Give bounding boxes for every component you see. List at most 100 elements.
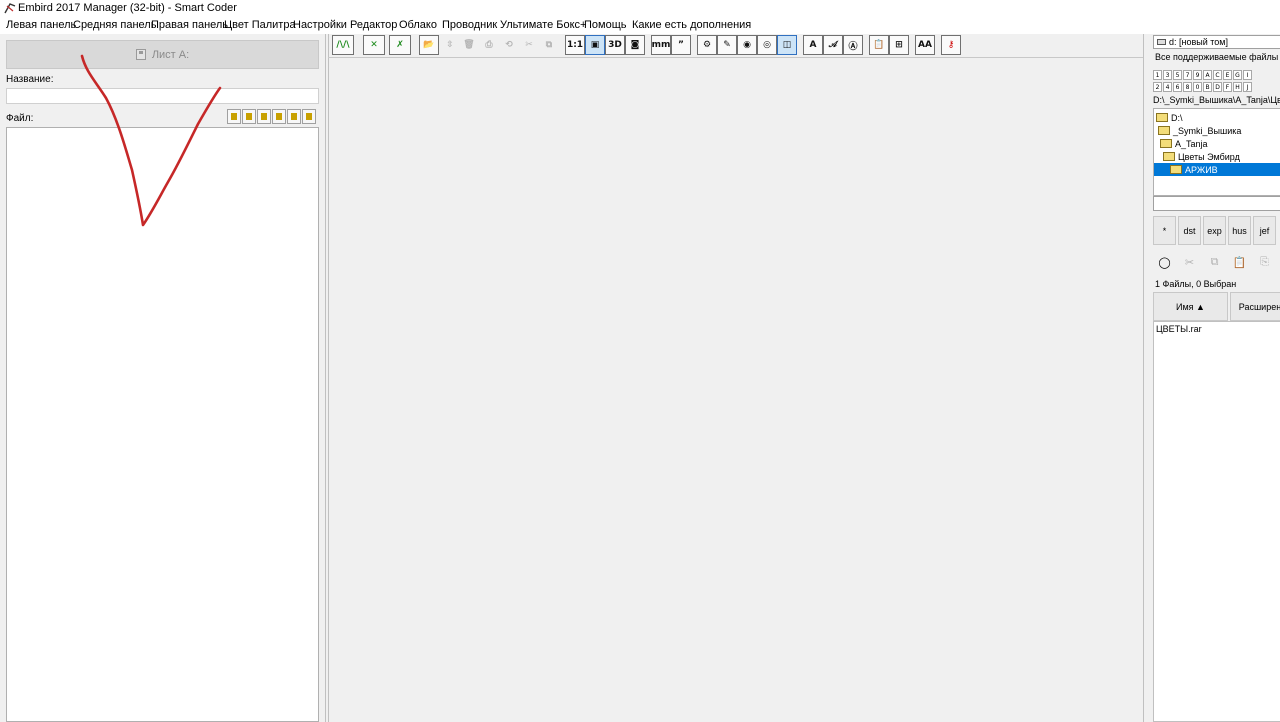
key-icon[interactable]: ⚷ [941, 35, 961, 55]
view-large-grid-icon[interactable] [302, 109, 316, 124]
letter-filter-button[interactable]: A [1203, 70, 1212, 80]
menu-ultimate-box[interactable]: Ультимате Бокс+ [500, 19, 586, 31]
tree-node-archive[interactable]: АРЖИВ [1154, 163, 1280, 176]
menu-help[interactable]: Помощь [584, 19, 627, 31]
menu-addons[interactable]: Какие есть дополнения [632, 19, 751, 31]
letter-filter-button[interactable]: G [1233, 70, 1242, 80]
design-canvas[interactable] [330, 60, 1142, 722]
letter-filter-button[interactable]: F [1223, 82, 1232, 92]
view-single-icon[interactable] [227, 109, 241, 124]
view-list-icon[interactable] [257, 109, 271, 124]
menu-right-panel[interactable]: Правая панель [151, 19, 228, 31]
letter-filter-button[interactable]: 6 [1173, 82, 1182, 92]
name-label: Название: [6, 74, 54, 85]
monitor-view-icon[interactable]: ▣ [585, 35, 605, 55]
right-panel: d: [новый том] Все поддерживаемые файлы … [1150, 34, 1280, 722]
letter-filter-button[interactable]: D [1213, 82, 1222, 92]
menu-settings[interactable]: Настройки [293, 19, 347, 31]
view-small-grid-icon[interactable] [272, 109, 286, 124]
letter-filter-button[interactable]: 2 [1153, 82, 1162, 92]
letter-filter-button[interactable]: 7 [1183, 70, 1192, 80]
ext-jef-button[interactable]: jef [1253, 216, 1276, 245]
delete-stitch-icon[interactable]: ✗ [389, 35, 411, 55]
move-icon[interactable]: ⇳ [440, 35, 460, 55]
clipboard-icon[interactable]: 📋 [869, 35, 889, 55]
eye-icon[interactable]: ◉ [737, 35, 757, 55]
file-row[interactable]: ЦВЕТЫ.rar [1156, 324, 1202, 334]
letter-filter-button[interactable]: I [1243, 70, 1252, 80]
font-aa-button[interactable]: AA [915, 35, 935, 55]
folder-tree[interactable]: D:\ _Symki_Вышика A_Tanja Цветы Эмбирд А… [1153, 108, 1280, 196]
column-name-header[interactable]: Имя ▲ [1153, 292, 1228, 321]
ext-exp-button[interactable]: exp [1203, 216, 1226, 245]
file-action-row: ◯ ✂ ⧉ 📋 ⎘ [1153, 249, 1276, 275]
name-input[interactable] [6, 88, 319, 104]
cut-icon[interactable]: ✂ [519, 35, 539, 55]
left-divider[interactable] [325, 34, 326, 722]
folder-open-icon [1170, 165, 1182, 174]
letter-filter-button[interactable]: C [1213, 70, 1222, 80]
tree-structure-icon[interactable]: ⊞ [889, 35, 909, 55]
font-a-button[interactable]: A [803, 35, 823, 55]
letter-filter-button[interactable]: J [1243, 82, 1252, 92]
ext-hus-button[interactable]: hus [1228, 216, 1251, 245]
menu-middle-panel[interactable]: Средняя панель [73, 19, 156, 31]
paste-icon[interactable]: 📋 [1228, 249, 1251, 275]
letter-filter-button[interactable]: 9 [1193, 70, 1202, 80]
folder-open-icon [1163, 152, 1175, 161]
letter-filter-button[interactable]: 4 [1163, 82, 1172, 92]
sheet-a-button[interactable]: Лист А: [6, 40, 319, 69]
file-list-area[interactable] [6, 127, 319, 722]
letter-filter-button[interactable]: 3 [1163, 70, 1172, 80]
stitch-icon[interactable]: /\/\ [332, 35, 354, 55]
machine-icon[interactable]: ⚙ [697, 35, 717, 55]
eye-settings-icon[interactable]: ◎ [757, 35, 777, 55]
view-medium-grid-icon[interactable] [287, 109, 301, 124]
print-icon[interactable]: ⎙ [479, 35, 499, 55]
view-detail-icon[interactable] [242, 109, 256, 124]
tree-node-drive[interactable]: D:\ [1156, 111, 1223, 124]
menu-left-panel[interactable]: Левая панель [6, 19, 76, 31]
font-outline-icon[interactable]: Ⓐ [843, 35, 863, 55]
font-script-icon[interactable]: 𝒜 [823, 35, 843, 55]
cut-icon[interactable]: ✂ [1178, 249, 1201, 275]
realistic-view-icon[interactable]: ◙ [625, 35, 645, 55]
letter-filter-button[interactable]: 1 [1153, 70, 1162, 80]
cursor-stitch-icon[interactable]: ✕ [363, 35, 385, 55]
letter-filter-button[interactable]: 0 [1193, 82, 1202, 92]
tree-node-atanja[interactable]: A_Tanja [1160, 137, 1248, 150]
letter-filter-button[interactable]: H [1233, 82, 1242, 92]
quotes-icon[interactable]: ” [671, 35, 691, 55]
letter-filter-button[interactable]: 5 [1173, 70, 1182, 80]
file-search-input[interactable] [1153, 196, 1280, 211]
menu-color-palette[interactable]: Цвет Палитра [224, 19, 296, 31]
paste-special-icon[interactable]: ⎘ [1253, 249, 1276, 275]
tree-node-flowers[interactable]: Цветы Эмбирд [1163, 150, 1280, 163]
menu-explorer[interactable]: Проводник [442, 19, 497, 31]
rotate-icon[interactable]: ⟲ [499, 35, 519, 55]
column-extension-header[interactable]: Расширение [1230, 292, 1280, 321]
current-path: D:\_Symki_Вышика\A_Tanja\Цветы [1153, 95, 1280, 105]
ext-dst-button[interactable]: dst [1178, 216, 1201, 245]
select-lasso-icon[interactable]: ◯ [1153, 249, 1176, 275]
open-folder-icon[interactable]: 📂 [419, 35, 439, 55]
copy-icon[interactable]: ⧉ [1203, 249, 1226, 275]
view-3d-button[interactable]: 3D [605, 35, 625, 55]
file-list[interactable]: ЦВЕТЫ.rar [1153, 321, 1280, 722]
copy-icon[interactable]: ⧉ [539, 35, 559, 55]
menu-cloud[interactable]: Облако [399, 19, 437, 31]
letter-filter-button[interactable]: B [1203, 82, 1212, 92]
needle-icon[interactable]: ✎ [717, 35, 737, 55]
tree-node-symki[interactable]: _Symki_Вышика [1158, 124, 1280, 137]
trash-icon[interactable]: 🗑 [459, 35, 479, 55]
zoom-1-1-button[interactable]: 1:1 [565, 35, 585, 55]
file-type-filter[interactable]: Все поддерживаемые файлы [1153, 52, 1280, 66]
hoop-icon[interactable]: ◫ [777, 35, 797, 55]
drive-select[interactable]: d: [новый том] [1153, 35, 1280, 49]
menu-editor[interactable]: Редактор [350, 19, 397, 31]
ext-all-button[interactable]: * [1153, 216, 1176, 245]
sheet-a-label: Лист А: [151, 48, 190, 61]
units-mm-button[interactable]: mm [651, 35, 671, 55]
letter-filter-button[interactable]: 8 [1183, 82, 1192, 92]
letter-filter-button[interactable]: E [1223, 70, 1232, 80]
